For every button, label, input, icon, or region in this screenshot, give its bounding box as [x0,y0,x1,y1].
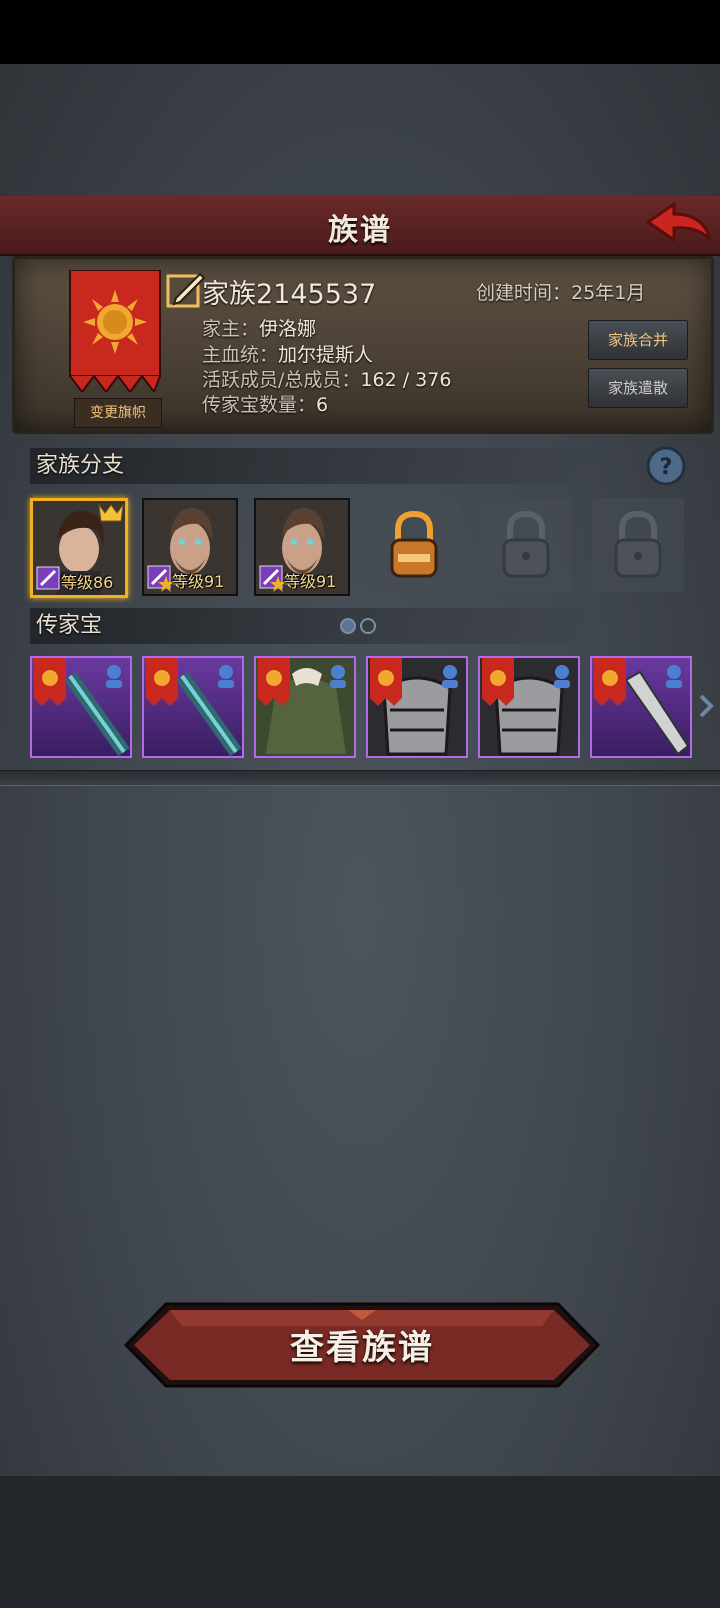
branches-header: 家族分支 [30,448,596,484]
lock-icon [390,510,438,578]
family-disband-button[interactable]: 家族遣散 [588,368,688,408]
heirloom-item-armor[interactable] [478,656,580,758]
page-indicator-dot-active [340,618,356,634]
blade-icon [594,658,690,756]
page-indicator-dot [360,618,376,634]
members-value: 162 / 376 [360,369,452,391]
heirloom-item-sword[interactable] [30,656,132,758]
page-title: 族谱 [328,213,392,248]
hero-level: 等级91 [172,572,225,591]
bloodline-label: 主血统： [202,344,279,366]
members-line: 活跃成员/总成员：162 / 376 [202,365,451,392]
branch-slot-locked [480,498,572,592]
heirloom-item-cloak[interactable] [254,656,356,758]
leader-value: 伊洛娜 [259,318,317,340]
branch-slot-unlockable[interactable] [368,498,460,592]
edit-name-icon[interactable] [166,268,206,308]
created-value: 25年1月 [571,282,646,304]
created-time: 创建时间：25年1月 [476,278,645,305]
lock-icon [502,510,550,578]
bottom-bar [0,1476,720,1608]
family-merge-button[interactable]: 家族合并 [588,320,688,360]
help-icon[interactable]: ? [646,446,686,486]
status-bar [0,0,720,64]
sword-icon [146,658,242,757]
heirloom-count-line: 传家宝数量：6 [202,390,328,417]
leader-line: 家主：伊洛娜 [202,314,316,341]
leader-label: 家主： [202,318,260,340]
svg-text:?: ? [660,455,673,480]
back-arrow-icon[interactable] [644,200,714,250]
armor-icon [480,658,578,756]
cloak-icon [256,658,354,756]
family-banner-sun-icon [69,270,161,392]
heirloom-count-label: 传家宝数量： [202,394,317,416]
change-flag-button[interactable]: 变更旗帜 [74,398,162,428]
chevron-right-icon[interactable] [696,694,716,718]
hero-level: 等级91 [284,572,337,591]
sword-icon [34,658,130,757]
created-label: 创建时间： [476,282,572,304]
branch-hero-slot[interactable]: 等级86 [30,498,128,598]
heirlooms-header: 传家宝 [30,608,596,644]
branch-hero-slot[interactable]: 等级91 [142,498,238,596]
view-genealogy-button[interactable]: 查看族谱 [122,1320,602,1369]
branch-slot-locked [592,498,684,592]
heirloom-item-armor[interactable] [366,656,468,758]
members-label: 活跃成员/总成员： [202,369,361,391]
heirloom-item-sword[interactable] [142,656,244,758]
hero-level: 等级86 [61,573,114,592]
family-name: 家族2145537 [202,279,377,310]
bloodline-line: 主血统：加尔提斯人 [202,340,373,367]
armor-icon [368,658,466,756]
heirloom-count-value: 6 [316,394,329,416]
divider [0,770,720,786]
heirloom-item-blade[interactable] [590,656,692,758]
lock-icon [614,510,662,578]
branch-hero-slot[interactable]: 等级91 [254,498,350,596]
bloodline-value: 加尔提斯人 [278,344,374,366]
